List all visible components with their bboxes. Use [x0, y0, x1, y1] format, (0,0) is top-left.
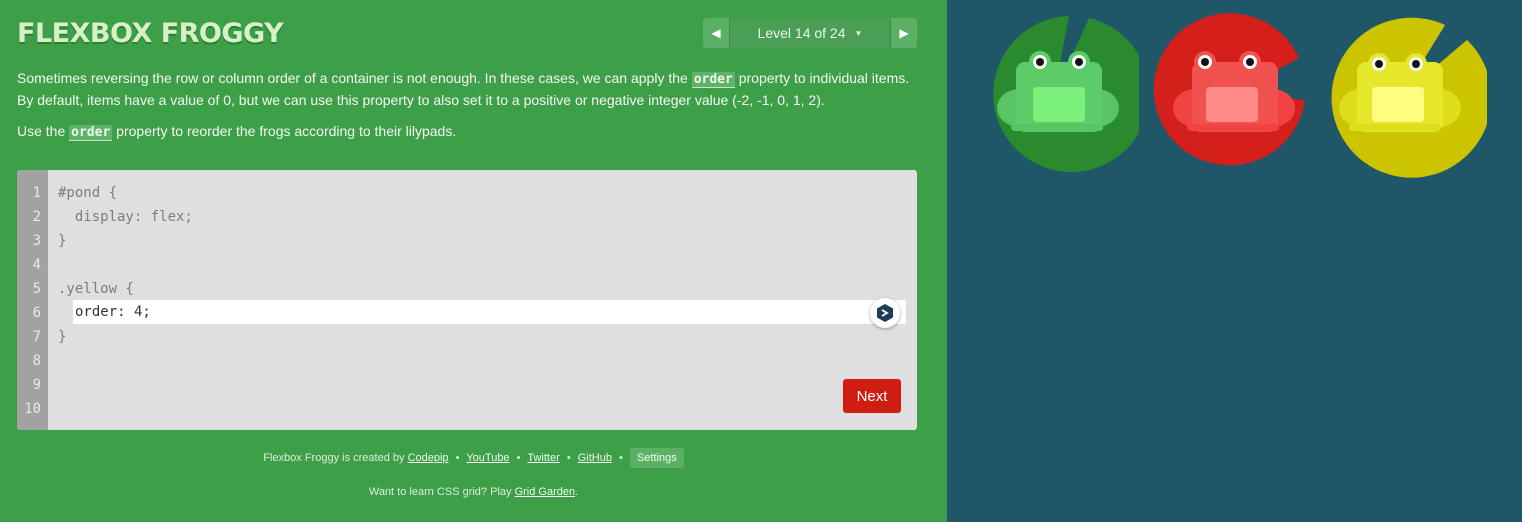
- pond: [947, 0, 1522, 522]
- credit-text: Flexbox Froggy is created by: [263, 452, 405, 464]
- credits-bar: Flexbox Froggy is created by Codepip • Y…: [0, 448, 947, 468]
- next-level-button[interactable]: ▶: [891, 18, 917, 48]
- code-line: display: flex;: [58, 209, 193, 225]
- bullet-separator: •: [566, 452, 571, 464]
- line-number: 5: [32, 281, 41, 297]
- promo-text: Want to learn CSS grid? Play: [368, 486, 512, 498]
- task-text: property to reorder the frogs according …: [112, 123, 457, 139]
- triangle-right-icon: ▶: [899, 26, 909, 40]
- red-lilypad: [1153, 13, 1305, 166]
- code-line: .yellow {: [58, 281, 134, 297]
- promo-line: Want to learn CSS grid? Play Grid Garden…: [0, 486, 947, 498]
- instructions-paragraph: Sometimes reversing the row or column or…: [17, 68, 917, 110]
- line-number: 9: [32, 377, 41, 393]
- task-text: Use the: [17, 123, 70, 139]
- level-indicator-dropdown[interactable]: Level 14 of 24 ▼: [729, 18, 891, 48]
- caret-down-icon: ▼: [854, 28, 863, 38]
- extension-logo-icon: [877, 304, 893, 322]
- extension-badge[interactable]: [870, 298, 900, 328]
- property-keyword: order: [69, 125, 113, 141]
- line-number: 1: [32, 185, 41, 201]
- bullet-separator: •: [516, 452, 521, 464]
- green-lilypad: [993, 16, 1139, 172]
- bullet-separator: •: [619, 452, 623, 464]
- twitter-link[interactable]: Twitter: [527, 452, 559, 464]
- property-keyword: order: [691, 72, 735, 88]
- grid-garden-link[interactable]: Grid Garden: [515, 486, 576, 498]
- youtube-link[interactable]: YouTube: [466, 452, 509, 464]
- prev-level-button[interactable]: ◀: [703, 18, 729, 48]
- line-number: 10: [24, 401, 41, 417]
- code-line: }: [58, 329, 67, 345]
- task-paragraph: Use the order property to reorder the fr…: [17, 121, 917, 143]
- code-input[interactable]: [73, 300, 906, 324]
- bullet-separator: •: [455, 452, 460, 464]
- code-line: }: [58, 233, 67, 249]
- line-number: 8: [32, 353, 41, 369]
- line-number: 2: [32, 209, 41, 225]
- line-number: 3: [32, 233, 41, 249]
- promo-period: .: [575, 486, 579, 498]
- code-line: #pond {: [58, 185, 118, 201]
- triangle-left-icon: ◀: [711, 26, 721, 40]
- github-link[interactable]: GitHub: [578, 452, 612, 464]
- line-number: 7: [32, 329, 41, 345]
- settings-button[interactable]: Settings: [629, 448, 684, 468]
- code-editor: 1 2 3 4 5 6 7 8 9 10 #pond { display: fl…: [17, 170, 917, 430]
- line-number: 6: [32, 305, 41, 321]
- codepip-link[interactable]: Codepip: [408, 452, 449, 464]
- instructions-text: Sometimes reversing the row or column or…: [17, 70, 692, 86]
- next-button[interactable]: Next: [843, 379, 901, 413]
- line-number: 4: [32, 257, 41, 273]
- yellow-lilypad: [1331, 17, 1487, 178]
- app-title: FLEXBOX FROGGY: [17, 18, 284, 49]
- level-label: Level 14 of 24: [757, 25, 846, 41]
- sidebar: FLEXBOX FROGGY ◀ Level 14 of 24 ▼ ▶ Some…: [0, 0, 947, 522]
- line-number-gutter: 1 2 3 4 5 6 7 8 9 10: [17, 170, 48, 430]
- level-navigator: ◀ Level 14 of 24 ▼ ▶: [703, 18, 917, 48]
